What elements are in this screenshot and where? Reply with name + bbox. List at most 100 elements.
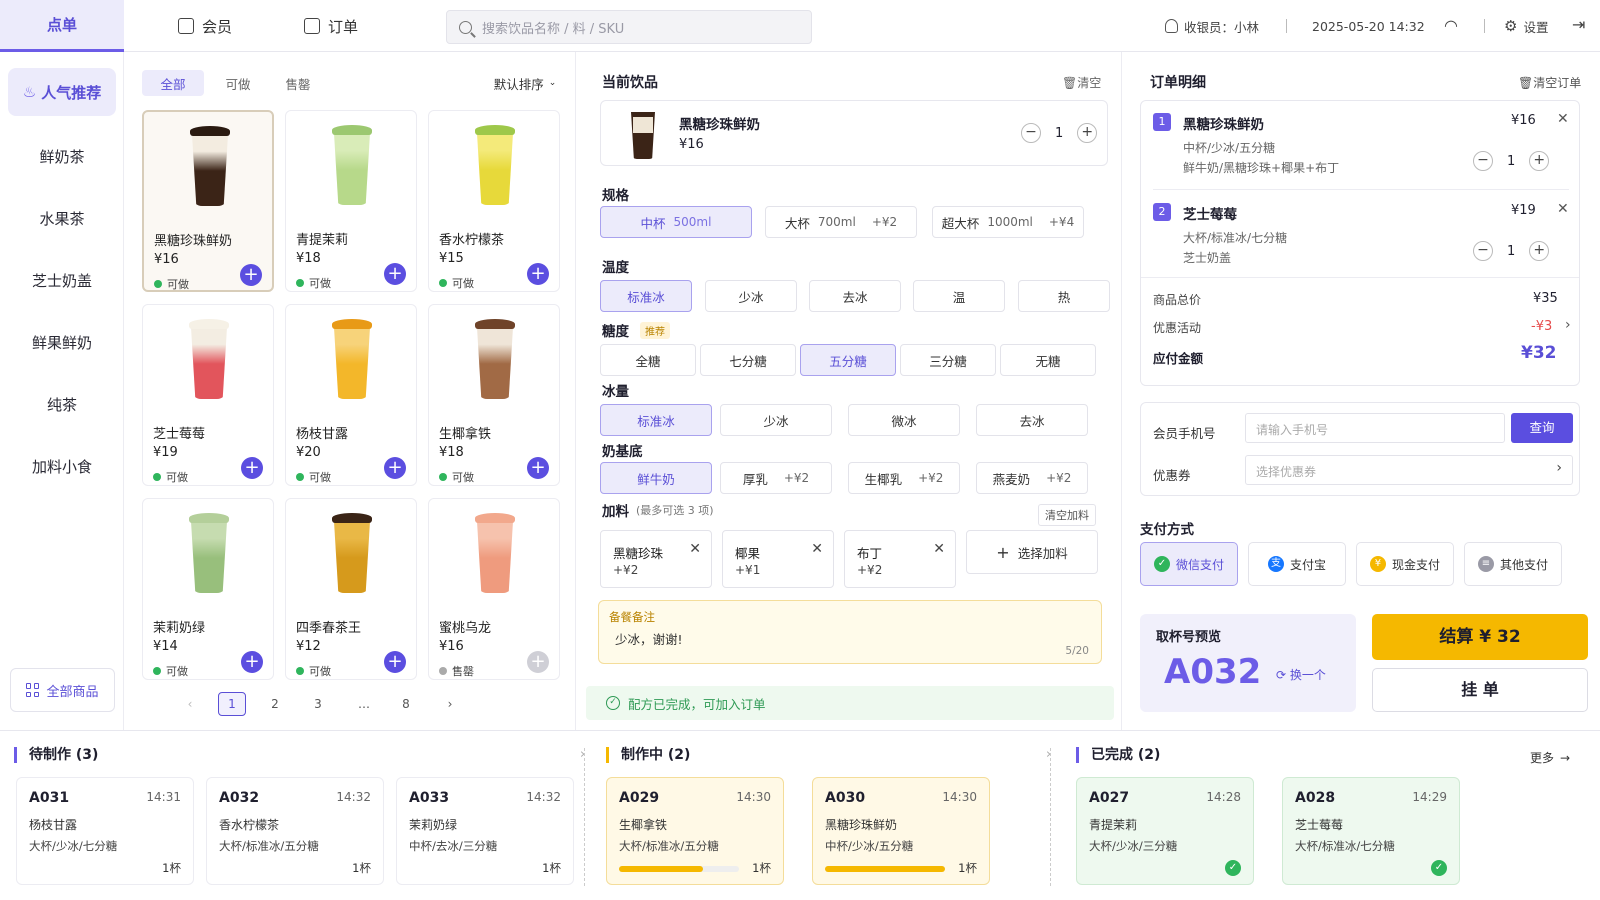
logout-icon[interactable]: ⇥ — [1572, 15, 1585, 34]
spec-option[interactable]: 中杯 500ml — [600, 206, 752, 238]
base-option[interactable]: 鲜牛奶 — [600, 462, 712, 494]
page-button[interactable]: 3 — [304, 692, 332, 716]
minus-button[interactable]: − — [1473, 151, 1493, 171]
plus-button[interactable]: + — [1529, 241, 1550, 261]
queue-card[interactable]: A029 14:30 生椰拿铁 大杯/标准冰/五分糖 1杯 — [606, 777, 784, 885]
remove-topping-icon[interactable]: ✕ — [933, 541, 945, 557]
ice-option[interactable]: 标准冰 — [600, 404, 712, 436]
filter-tab-all[interactable]: 全部 — [142, 70, 204, 96]
minus-button[interactable]: − — [1021, 123, 1041, 143]
remove-item-icon[interactable]: ✕ — [1557, 201, 1569, 217]
payment-option[interactable]: ✓ 微信支付 — [1140, 542, 1238, 586]
ice-option[interactable]: 少冰 — [720, 404, 832, 436]
temp-option[interactable]: 热 — [1018, 280, 1110, 312]
coupon-select[interactable]: 选择优惠券 › — [1245, 455, 1573, 485]
category-item[interactable]: 芝士奶盖 — [8, 256, 116, 304]
search-input[interactable]: 搜索饮品名称 / 料 / SKU — [446, 10, 812, 44]
product-card[interactable]: 香水柠檬茶 ¥15 可做 + — [428, 110, 560, 292]
page-button[interactable]: 2 — [261, 692, 289, 716]
category-item[interactable]: 纯茶 — [8, 380, 116, 428]
add-to-order-button[interactable]: + — [527, 651, 549, 673]
minus-button[interactable]: − — [1473, 241, 1493, 261]
category-item[interactable]: 加料小食 — [8, 442, 116, 490]
tab-order-taking[interactable]: 点单 — [0, 0, 124, 52]
add-to-order-button[interactable]: + — [241, 651, 263, 673]
sugar-option[interactable]: 五分糖 — [800, 344, 896, 376]
topping-chip[interactable]: 椰果 +¥1 ✕ — [722, 530, 834, 588]
sugar-option[interactable]: 三分糖 — [900, 344, 996, 376]
query-button[interactable]: 查询 — [1511, 413, 1573, 443]
queue-card[interactable]: A033 14:32 茉莉奶绿 中杯/去冰/三分糖 1杯 — [396, 777, 574, 885]
change-number-button[interactable]: ⟳ 换一个 — [1276, 666, 1326, 683]
next-page-button[interactable]: › — [436, 692, 464, 716]
queue-card[interactable]: A030 14:30 黑糖珍珠鲜奶 中杯/少冰/五分糖 1杯 — [812, 777, 990, 885]
temp-option[interactable]: 少冰 — [705, 280, 797, 312]
ice-option[interactable]: 去冰 — [976, 404, 1088, 436]
product-card[interactable]: 杨枝甘露 ¥20 可做 + — [285, 304, 417, 486]
payment-option[interactable]: ¥ 现金支付 — [1356, 542, 1454, 586]
clear-current-button[interactable]: 🗑︎清空 — [1062, 74, 1101, 91]
add-to-order-button[interactable]: + — [527, 457, 549, 479]
all-goods-button[interactable]: 全部商品 — [10, 668, 115, 712]
payment-option[interactable]: 支支付宝 — [1248, 542, 1346, 586]
payment-option[interactable]: ≡ 其他支付 — [1464, 542, 1562, 586]
add-to-order-button[interactable]: + — [384, 457, 406, 479]
filter-tab-available[interactable]: 可做 — [212, 70, 264, 96]
remove-topping-icon[interactable]: ✕ — [811, 541, 823, 557]
note-box[interactable]: 备餐备注 少冰，谢谢! 5/20 — [598, 600, 1102, 664]
plus-button[interactable]: + — [1077, 123, 1098, 143]
category-item[interactable]: 水果茶 — [8, 194, 116, 242]
remove-topping-icon[interactable]: ✕ — [689, 541, 701, 557]
sugar-option[interactable]: 七分糖 — [700, 344, 796, 376]
more-button[interactable]: 更多 → — [1530, 749, 1570, 766]
tab-member[interactable]: 会员 — [150, 0, 260, 52]
queue-card[interactable]: A031 14:31 杨枝甘露 大杯/少冰/七分糖 1杯 — [16, 777, 194, 885]
add-to-order-button[interactable]: + — [384, 651, 406, 673]
product-card[interactable]: 黑糖珍珠鲜奶 ¥16 可做 + — [142, 110, 274, 292]
category-item[interactable]: 鲜奶茶 — [8, 132, 116, 180]
clear-order-button[interactable]: 🗑︎清空订单 — [1518, 74, 1581, 91]
queue-card[interactable]: A027 14:28 青提茉莉 大杯/少冰/三分糖 ✓ — [1076, 777, 1254, 885]
temp-option[interactable]: 去冰 — [809, 280, 901, 312]
sort-dropdown[interactable]: 默认排序 ⌄ — [486, 70, 564, 96]
add-to-order-button[interactable]: + — [384, 263, 406, 285]
add-to-order-button[interactable]: + — [527, 263, 549, 285]
product-card[interactable]: 青提茉莉 ¥18 可做 + — [285, 110, 417, 292]
base-option[interactable]: 生椰乳 +¥2 — [848, 462, 960, 494]
product-card[interactable]: 芝士莓莓 ¥19 可做 + — [142, 304, 274, 486]
sugar-option[interactable]: 无糖 — [1000, 344, 1096, 376]
spec-option[interactable]: 超大杯 1000ml +¥4 — [932, 206, 1084, 238]
page-button[interactable]: 1 — [218, 692, 246, 716]
remove-item-icon[interactable]: ✕ — [1557, 111, 1569, 127]
product-card[interactable]: 生椰拿铁 ¥18 可做 + — [428, 304, 560, 486]
filter-tab-soldout[interactable]: 售罄 — [272, 70, 324, 96]
spec-option[interactable]: 大杯 700ml +¥2 — [765, 206, 917, 238]
category-item[interactable]: ♨ 人气推荐 — [8, 68, 116, 116]
temp-option[interactable]: 标准冰 — [600, 280, 692, 312]
product-card[interactable]: 四季春茶王 ¥12 可做 + — [285, 498, 417, 680]
queue-card[interactable]: A032 14:32 香水柠檬茶 大杯/标准冰/五分糖 1杯 — [206, 777, 384, 885]
topping-chip[interactable]: 黑糖珍珠 +¥2 ✕ — [600, 530, 712, 588]
hold-order-button[interactable]: 挂 单 — [1372, 668, 1588, 712]
add-topping-button[interactable]: + 选择加料 — [966, 530, 1098, 574]
page-button[interactable]: 8 — [392, 692, 420, 716]
topping-chip[interactable]: 布丁 +¥2 ✕ — [844, 530, 956, 588]
add-to-order-button[interactable]: + — [240, 264, 262, 286]
product-card[interactable]: 茉莉奶绿 ¥14 可做 + — [142, 498, 274, 680]
product-card[interactable]: 蜜桃乌龙 ¥16 售罄 + — [428, 498, 560, 680]
settings-button[interactable]: ⚙ 设置 — [1504, 0, 1548, 52]
plus-button[interactable]: + — [1529, 151, 1550, 171]
prev-page-button[interactable]: ‹ — [176, 692, 204, 716]
member-phone-input[interactable]: 请输入手机号 — [1245, 413, 1505, 443]
add-to-order-button[interactable]: + — [241, 457, 263, 479]
base-option[interactable]: 燕麦奶 +¥2 — [976, 462, 1088, 494]
base-option[interactable]: 厚乳 +¥2 — [720, 462, 832, 494]
temp-option[interactable]: 温 — [913, 280, 1005, 312]
chevron-right-icon[interactable]: › — [1565, 317, 1571, 333]
queue-card[interactable]: A028 14:29 芝士莓莓 大杯/标准冰/七分糖 ✓ — [1282, 777, 1460, 885]
tab-orders[interactable]: 订单 — [276, 0, 386, 52]
ice-option[interactable]: 微冰 — [848, 404, 960, 436]
sugar-option[interactable]: 全糖 — [600, 344, 696, 376]
clear-toppings-button[interactable]: 清空加料 — [1038, 504, 1096, 526]
checkout-button[interactable]: 结算 ¥ 32 — [1372, 614, 1588, 660]
